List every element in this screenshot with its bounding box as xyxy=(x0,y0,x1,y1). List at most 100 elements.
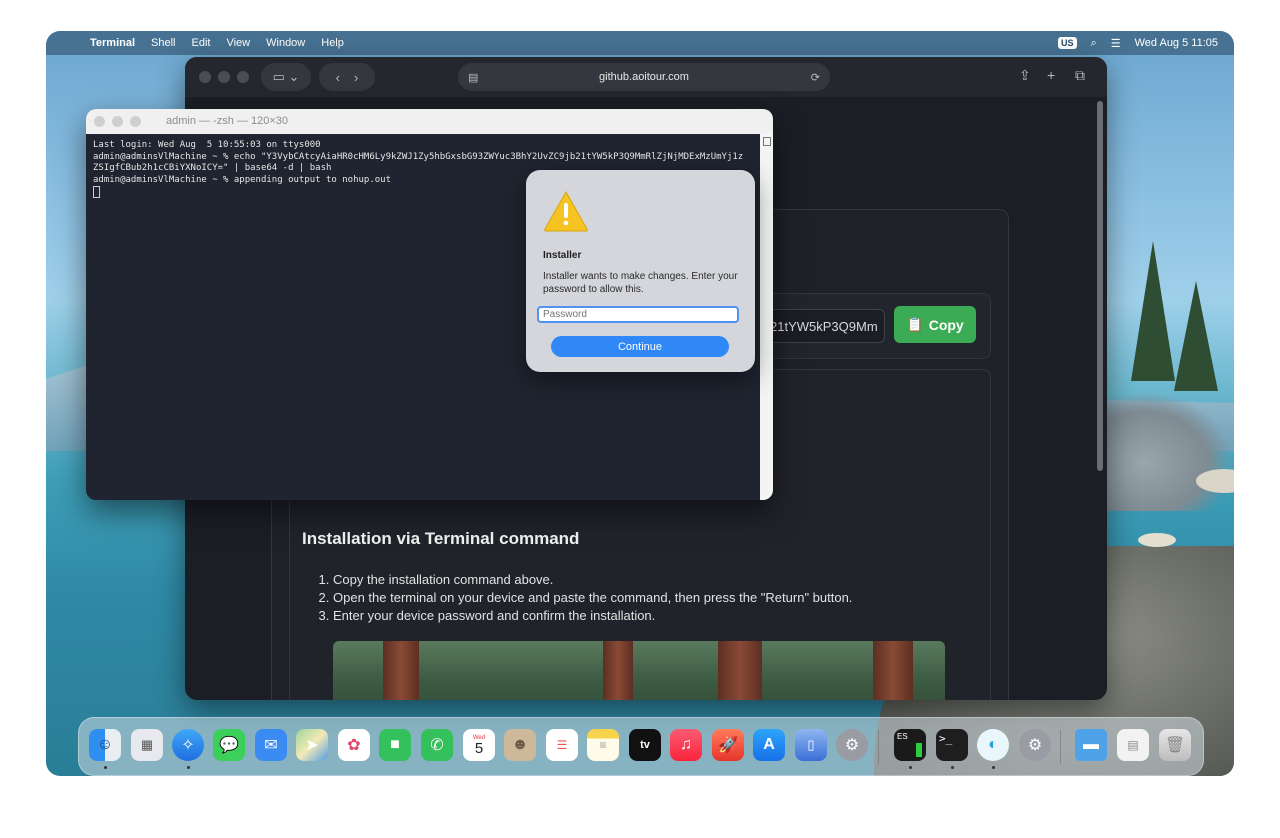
phone-icon[interactable]: ✆ xyxy=(421,729,453,761)
music-icon[interactable]: ♫ xyxy=(670,729,702,761)
launchpad-icon[interactable]: ▦ xyxy=(131,729,163,761)
dock: ☺ ▦ ✧ 💬 ✉ ➤ ✿ ■ ✆ Wed 5 ☻ ☰ ≡ tv ♫ 🚀 A ▯… xyxy=(78,717,1204,776)
terminal-cursor xyxy=(93,186,100,198)
terminal-prompt: >_ xyxy=(939,732,953,745)
window-close-button[interactable] xyxy=(199,71,211,83)
folder-icon[interactable]: ▬ xyxy=(1075,729,1107,761)
appletv-icon[interactable]: tv xyxy=(629,729,661,761)
section-title: Installation via Terminal command xyxy=(302,529,580,548)
terminal-zoom-button[interactable] xyxy=(130,116,141,127)
running-indicator xyxy=(909,766,912,769)
tv-label: tv xyxy=(640,739,650,751)
step-item: Enter your device password and confirm t… xyxy=(333,607,852,625)
continue-button[interactable]: Continue xyxy=(551,336,729,357)
window-minimize-button[interactable] xyxy=(218,71,230,83)
window-zoom-button[interactable] xyxy=(237,71,249,83)
terminal-minimize-button[interactable] xyxy=(112,116,123,127)
es-label: ES xyxy=(897,732,908,741)
password-field[interactable] xyxy=(537,306,739,323)
control-center-icon[interactable]: ☰ xyxy=(1111,37,1121,50)
tree-trunk xyxy=(718,641,762,700)
finder-icon[interactable]: ☺ xyxy=(89,729,121,761)
tree-trunk xyxy=(603,641,633,700)
mail-icon[interactable]: ✉ xyxy=(255,729,287,761)
input-source-badge[interactable]: US xyxy=(1058,37,1077,49)
share-icon[interactable]: ⇪ xyxy=(1019,67,1031,84)
terminal-line: Last login: Wed Aug 5 10:55:03 on ttys00… xyxy=(93,140,321,150)
tree-trunk xyxy=(873,641,913,700)
terminal-close-button[interactable] xyxy=(94,116,105,127)
menu-view[interactable]: View xyxy=(226,37,250,49)
installer-dialog: Installer Installer wants to make change… xyxy=(526,170,755,372)
reload-icon[interactable]: ⟳ xyxy=(811,71,820,84)
forward-icon[interactable]: › xyxy=(354,70,358,85)
browser-scrollbar[interactable] xyxy=(1097,101,1103,471)
contacts-icon[interactable]: ☻ xyxy=(504,729,536,761)
browser-toolbar: ▭ ⌄ ‹ › ▤ github.aoitour.com ⟳ ⇪ + ⧉ xyxy=(185,57,1107,97)
menu-clock[interactable]: Wed Aug 5 11:05 xyxy=(1135,37,1218,49)
wallpaper-tree xyxy=(1131,241,1175,381)
safari-icon[interactable]: ✧ xyxy=(172,729,204,761)
menu-app-name[interactable]: Terminal xyxy=(90,37,135,49)
back-icon[interactable]: ‹ xyxy=(336,70,340,85)
dialog-message: Installer wants to make changes. Enter y… xyxy=(543,271,738,295)
dock-separator xyxy=(1060,730,1061,764)
dock-separator xyxy=(878,730,879,764)
page-menu-icon[interactable]: ▤ xyxy=(468,71,478,84)
photos-icon[interactable]: ✿ xyxy=(338,729,370,761)
calendar-icon[interactable]: Wed 5 xyxy=(463,729,495,761)
trash-icon[interactable]: 🗑 xyxy=(1159,729,1191,761)
terminal-scrollbar[interactable] xyxy=(760,134,773,500)
command-text: 21tYW5kP3Q9Mm xyxy=(770,318,878,334)
new-tab-icon[interactable]: + xyxy=(1047,67,1055,83)
nav-buttons: ‹ › xyxy=(319,63,375,91)
activity-monitor-icon[interactable]: ES xyxy=(894,729,926,761)
terminal-icon[interactable]: >_ xyxy=(936,729,968,761)
tab-overview-icon[interactable]: ⧉ xyxy=(1075,67,1085,84)
terminal-line: admin@adminsVlMachine ~ % echo "Y3VybCAt… xyxy=(93,151,744,162)
terminal-titlebar: admin — -zsh — 120×30 xyxy=(86,109,773,134)
maps-icon[interactable]: ➤ xyxy=(296,729,328,761)
spotlight-search-icon[interactable]: ⌕ xyxy=(1091,37,1097,50)
menu-window[interactable]: Window xyxy=(266,37,305,49)
copy-button[interactable]: 📋 Copy xyxy=(894,306,976,343)
terminal-scroll-box xyxy=(763,137,771,146)
notes-icon[interactable]: ≡ xyxy=(587,729,619,761)
tutorial-screenshot xyxy=(333,641,945,700)
running-indicator xyxy=(992,766,995,769)
running-indicator xyxy=(951,766,954,769)
settings-icon[interactable]: ⚙ xyxy=(836,729,868,761)
url-text: github.aoitour.com xyxy=(599,71,689,83)
iphone-mirroring-icon[interactable]: ▯ xyxy=(795,729,827,761)
clipboard-icon: 📋 xyxy=(906,316,924,332)
copy-label: Copy xyxy=(928,316,964,333)
install-steps: Copy the installation command above. Ope… xyxy=(313,571,852,625)
desktop: Terminal Shell Edit View Window Help US … xyxy=(46,31,1234,776)
command-field[interactable]: 21tYW5kP3Q9Mm xyxy=(763,309,885,343)
step-item: Copy the installation command above. xyxy=(333,571,852,589)
sidebar-toggle-button[interactable]: ▭ ⌄ xyxy=(261,63,311,91)
menu-bar: Terminal Shell Edit View Window Help US … xyxy=(46,31,1234,55)
terminal-title: admin — -zsh — 120×30 xyxy=(166,115,288,127)
settings-icon-2[interactable]: ⚙ xyxy=(1019,729,1051,761)
address-bar[interactable]: ▤ github.aoitour.com ⟳ xyxy=(458,63,830,91)
wallpaper-tree xyxy=(1174,281,1218,391)
reminders-icon[interactable]: ☰ xyxy=(546,729,578,761)
running-indicator xyxy=(187,766,190,769)
menu-help[interactable]: Help xyxy=(321,37,344,49)
messages-icon[interactable]: 💬 xyxy=(213,729,245,761)
menu-edit[interactable]: Edit xyxy=(192,37,211,49)
rocket-icon[interactable]: 🚀 xyxy=(712,729,744,761)
tree-trunk xyxy=(383,641,419,700)
preview-icon[interactable]: ▤ xyxy=(1117,729,1149,761)
running-indicator xyxy=(104,766,107,769)
sidebar-icon: ▭ ⌄ xyxy=(272,69,300,84)
wallpaper-rock xyxy=(1138,533,1176,547)
browser-icon[interactable]: ◐ xyxy=(977,729,1009,761)
menu-shell[interactable]: Shell xyxy=(151,37,175,49)
facetime-icon[interactable]: ■ xyxy=(379,729,411,761)
activity-bar-icon xyxy=(916,743,922,757)
dialog-title: Installer xyxy=(543,250,582,261)
appstore-icon[interactable]: A xyxy=(753,729,785,761)
calendar-day: 5 xyxy=(474,739,484,757)
